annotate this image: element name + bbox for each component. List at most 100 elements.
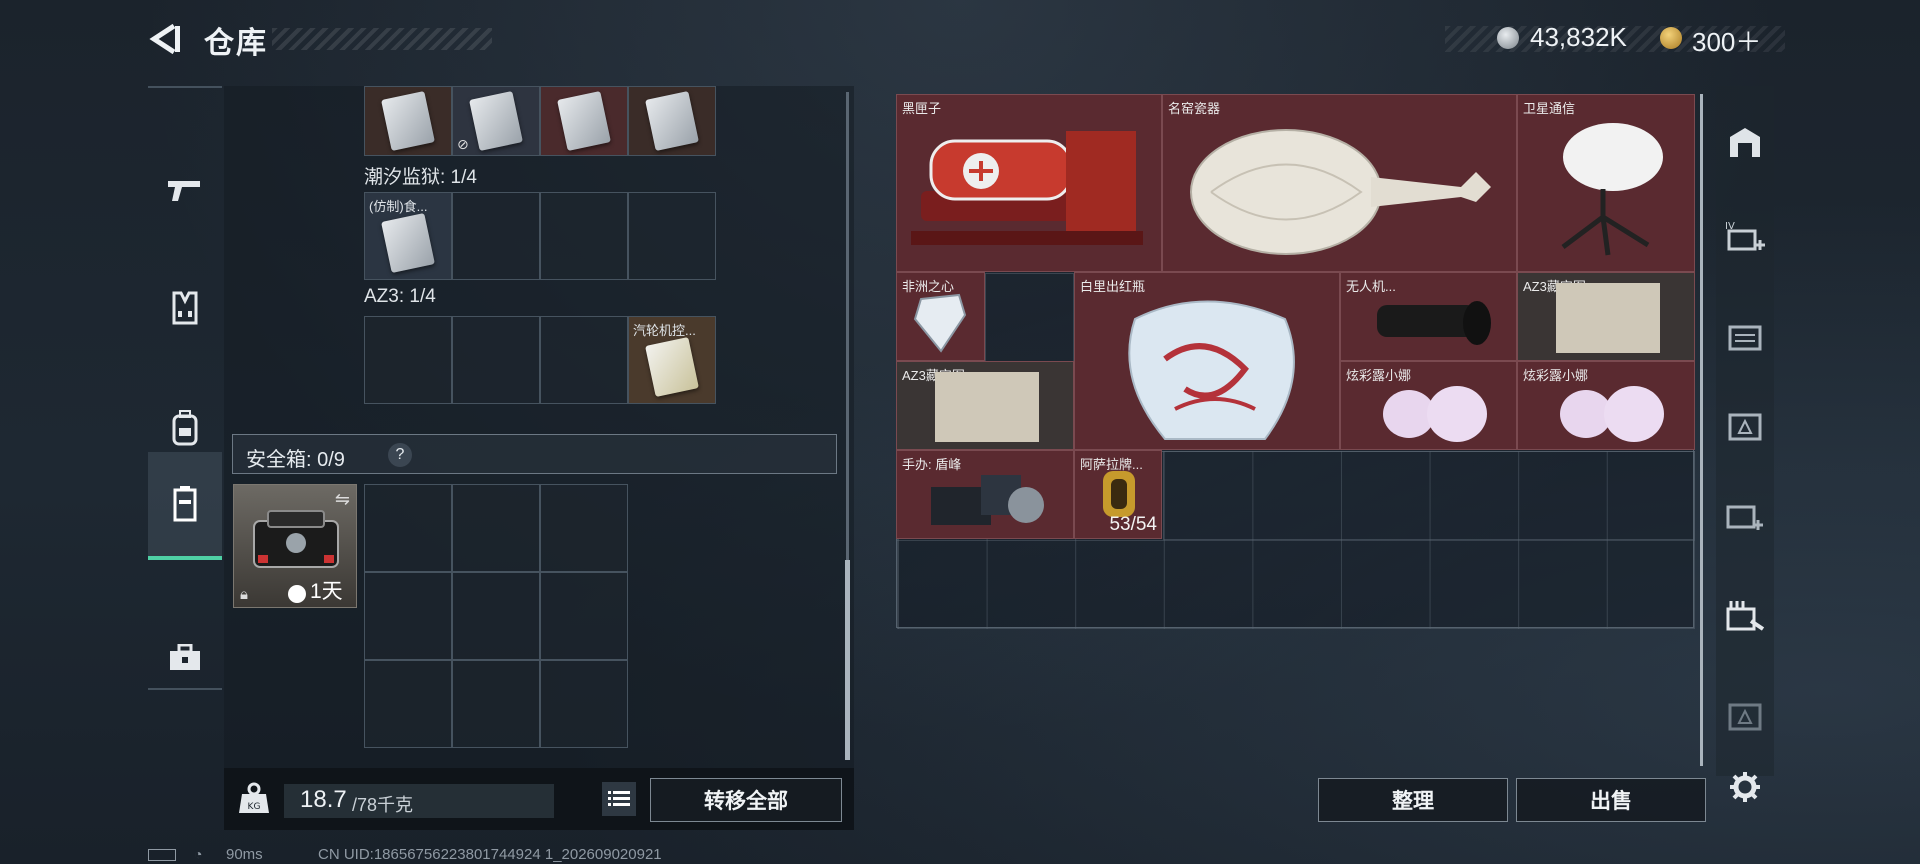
tab-extension-medical[interactable] bbox=[1716, 386, 1774, 466]
item-drone[interactable]: 无人机... bbox=[1340, 272, 1517, 361]
tab-extension-add[interactable] bbox=[1716, 476, 1774, 556]
help-icon[interactable]: ? bbox=[388, 443, 412, 467]
sort-button[interactable]: 整理 bbox=[1318, 778, 1508, 822]
safe-slot[interactable] bbox=[364, 572, 452, 660]
empty-slot[interactable] bbox=[364, 316, 452, 404]
tab-extension-tools[interactable] bbox=[1716, 576, 1774, 656]
back-arrow-icon bbox=[149, 23, 180, 55]
silver-coin-icon bbox=[1497, 27, 1519, 49]
equip-slot[interactable] bbox=[540, 86, 628, 156]
safe-slot[interactable] bbox=[540, 660, 628, 748]
equip-slot[interactable] bbox=[628, 86, 716, 156]
empty-slot-row[interactable] bbox=[1163, 451, 1695, 540]
folder-icon bbox=[1728, 325, 1762, 351]
tab-container[interactable] bbox=[148, 452, 222, 560]
empty-slot[interactable] bbox=[452, 192, 540, 280]
vest-icon bbox=[172, 291, 198, 325]
wifi-icon: ◔ bbox=[194, 846, 203, 862]
page-title: 仓库 bbox=[204, 27, 268, 60]
keycard-item bbox=[469, 90, 523, 152]
item-satellite[interactable]: 卫星通信 bbox=[1517, 94, 1695, 272]
empty-slot[interactable] bbox=[985, 273, 1074, 362]
safe-box-item[interactable]: ⇋ 🔒︎ 1天 bbox=[233, 484, 357, 608]
toolbox-icon bbox=[170, 644, 200, 670]
add-box-icon bbox=[1726, 505, 1763, 530]
mech-figure-icon bbox=[931, 475, 1044, 525]
keycard-item bbox=[645, 90, 699, 152]
tab-weapons[interactable] bbox=[148, 140, 222, 240]
item-label: 黑匣子 bbox=[902, 101, 942, 116]
item-porcelain[interactable]: 名窑瓷器 bbox=[1162, 94, 1517, 272]
safe-case-icon bbox=[253, 510, 339, 568]
uid-text: CN UID:18656756223801744924 1_2026090209… bbox=[318, 846, 662, 863]
right-scrollbar[interactable] bbox=[1700, 94, 1703, 766]
equip-slot[interactable] bbox=[364, 86, 452, 156]
diamond-icon bbox=[913, 293, 967, 353]
backpack-icon bbox=[172, 410, 198, 446]
item-diamond[interactable]: 非洲之心 bbox=[896, 272, 985, 361]
gold-coin-icon bbox=[1660, 27, 1682, 49]
tab-main-warehouse[interactable] bbox=[1716, 102, 1774, 182]
warning-box-icon bbox=[1728, 413, 1762, 441]
currency-gold[interactable]: 300＋ bbox=[1692, 22, 1761, 59]
safe-slot[interactable] bbox=[452, 572, 540, 660]
item-figure[interactable]: 炫彩露小娜 bbox=[1340, 361, 1517, 450]
safe-slot[interactable] bbox=[364, 660, 452, 748]
item-mech-figure[interactable]: 手办: 盾峰 bbox=[896, 450, 1074, 539]
safe-slot[interactable] bbox=[540, 484, 628, 572]
left-scroll-thumb[interactable] bbox=[845, 560, 850, 760]
item-treasure-map[interactable]: AZ3藏宝图... bbox=[896, 361, 1074, 450]
stack-count: 53/54 bbox=[1109, 514, 1157, 535]
container-icon bbox=[173, 486, 197, 522]
item-label: (仿制)食... bbox=[369, 199, 428, 214]
battery-icon bbox=[148, 849, 176, 861]
empty-slot[interactable] bbox=[540, 316, 628, 404]
broken-card-icon: ⊘ bbox=[457, 136, 469, 152]
tab-armor[interactable] bbox=[148, 258, 222, 358]
tab-extension-files[interactable] bbox=[1716, 296, 1774, 376]
tab-toolcase[interactable] bbox=[148, 608, 222, 708]
weight-icon: KG bbox=[236, 780, 272, 816]
safe-slot[interactable] bbox=[364, 484, 452, 572]
svg-text:KG: KG bbox=[248, 802, 261, 812]
map-icon bbox=[935, 372, 1039, 442]
empty-slot[interactable] bbox=[540, 192, 628, 280]
weight-max: /78千克 bbox=[352, 795, 414, 815]
weight-value: 18.7 bbox=[300, 786, 347, 813]
drone-icon bbox=[1377, 301, 1491, 345]
item-figure[interactable]: 炫彩露小娜 bbox=[1517, 361, 1695, 450]
locked-box-icon bbox=[1728, 703, 1762, 731]
item-card[interactable]: 阿萨拉牌... 53/54 bbox=[1074, 450, 1162, 539]
keycard-slot[interactable]: 汽轮机控... bbox=[628, 316, 716, 404]
section-label: 潮汐监狱: 1/4 bbox=[364, 167, 477, 188]
tab-extension-4[interactable]: IV bbox=[1716, 196, 1774, 276]
item-blackbox[interactable]: 黑匣子 bbox=[896, 94, 1162, 272]
empty-slot[interactable] bbox=[628, 192, 716, 280]
empty-slot[interactable] bbox=[452, 316, 540, 404]
satellite-dish-icon bbox=[1561, 123, 1663, 256]
sell-button[interactable]: 出售 bbox=[1516, 778, 1706, 822]
tab-extension-locked[interactable] bbox=[1716, 676, 1774, 756]
warehouse-icon bbox=[1730, 128, 1760, 157]
safe-slot[interactable] bbox=[452, 660, 540, 748]
item-red-vase[interactable]: 白里出红瓶 bbox=[1074, 272, 1340, 450]
back-button[interactable] bbox=[148, 22, 182, 56]
currency-silver: 43,832K bbox=[1530, 22, 1627, 52]
transfer-all-button[interactable]: 转移全部 bbox=[650, 778, 842, 822]
category-sidebar bbox=[148, 86, 222, 690]
safe-slot[interactable] bbox=[540, 572, 628, 660]
list-view-button[interactable] bbox=[602, 782, 636, 816]
keycard-item bbox=[645, 336, 699, 398]
equip-slot[interactable]: ⊘ bbox=[452, 86, 540, 156]
safe-slot[interactable] bbox=[452, 484, 540, 572]
swap-icon[interactable]: ⇋ bbox=[335, 489, 350, 510]
keycard-slot[interactable]: (仿制)食... bbox=[364, 192, 452, 280]
lock-icon: 🔒︎ bbox=[240, 586, 248, 603]
item-treasure-map[interactable]: AZ3藏宝图... bbox=[1517, 272, 1695, 361]
figure-icon bbox=[1383, 386, 1487, 442]
settings-button[interactable] bbox=[1718, 760, 1772, 814]
gold-card-icon bbox=[1103, 471, 1135, 517]
gear-icon bbox=[1730, 772, 1760, 802]
ping-text: 90ms bbox=[226, 846, 263, 863]
extension-add-icon: IV bbox=[1725, 221, 1765, 251]
